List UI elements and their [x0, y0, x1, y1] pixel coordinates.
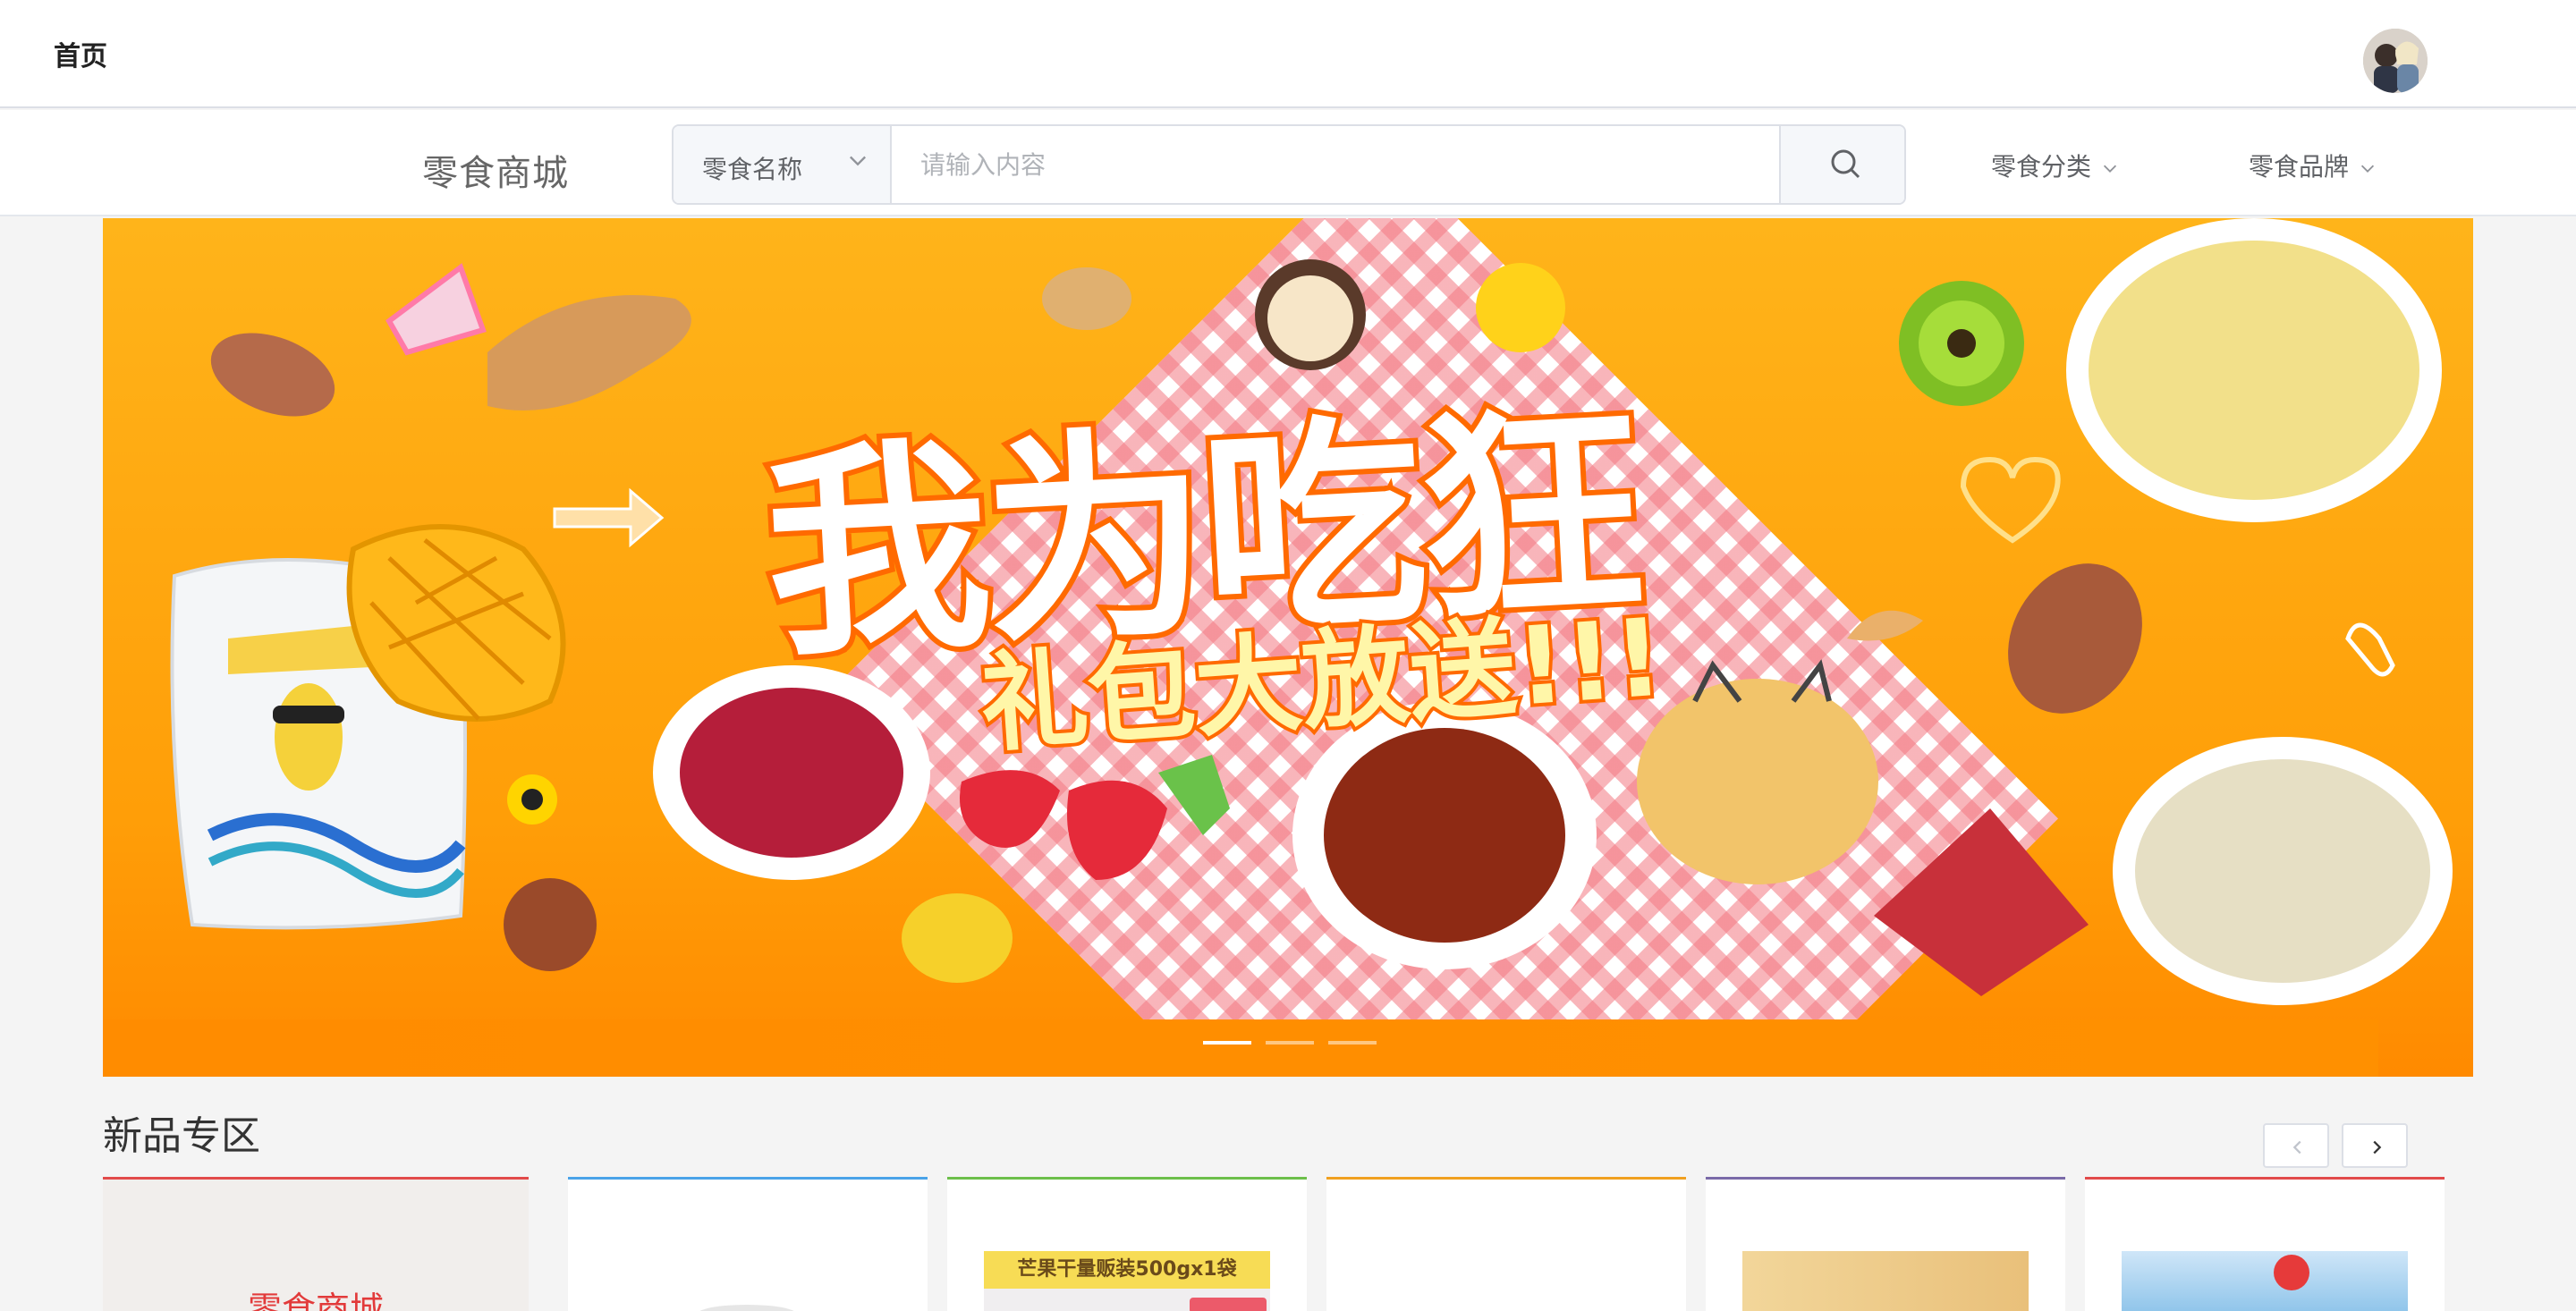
product-image: 芒果干量贩装500gx1袋 — [984, 1251, 1270, 1311]
product-card[interactable]: 芒果干量贩装500gx1袋 — [947, 1177, 1307, 1311]
new-products-row: 零食商城 芒果干量贩装500gx1袋 — [0, 1177, 2576, 1311]
next-button[interactable] — [2342, 1123, 2408, 1168]
home-link[interactable]: 首页 — [54, 34, 107, 73]
chevron-down-icon — [2360, 165, 2375, 173]
avatar-image — [2363, 29, 2428, 93]
chevron-right-icon — [2373, 1140, 2382, 1155]
banner-carousel[interactable]: 我为吃狂 礼包大放送!!! — [103, 218, 2473, 1077]
carousel-dot-3[interactable] — [1328, 1041, 1377, 1045]
carousel-dot-2[interactable] — [1266, 1041, 1314, 1045]
product-card[interactable] — [1326, 1177, 1686, 1311]
brand-logo-text[interactable]: 零食商城 — [422, 144, 569, 196]
chevron-down-icon — [2103, 165, 2117, 173]
product-card[interactable] — [2085, 1177, 2445, 1311]
section-title: 新品专区 — [103, 1113, 260, 1159]
user-avatar[interactable] — [2363, 29, 2428, 93]
category-dropdown[interactable]: 零食分类 — [1991, 148, 2120, 183]
product-card-title: 零食商城 — [247, 1290, 384, 1311]
search-icon — [1831, 149, 1860, 179]
product-image-caption: 芒果干量贩装500gx1袋 — [984, 1251, 1270, 1289]
chevron-left-icon — [2292, 1140, 2301, 1155]
search-bar: 零食商城 零食名称 零食分类 零食品牌 — [0, 110, 2576, 216]
search-input[interactable] — [894, 126, 1779, 203]
banner-bottom-strip — [103, 1019, 2473, 1077]
product-image — [2122, 1251, 2408, 1311]
search-type-select[interactable]: 零食名称 — [674, 126, 892, 203]
prev-button[interactable] — [2263, 1123, 2329, 1168]
top-navbar: 首页 — [0, 0, 2576, 108]
carousel-indicators — [1203, 1041, 1377, 1045]
category-dropdown-label: 零食分类 — [1991, 152, 2092, 182]
search-button[interactable] — [1779, 126, 1904, 203]
product-card[interactable] — [568, 1177, 928, 1311]
search-group: 零食名称 — [672, 124, 1906, 205]
product-card[interactable] — [1706, 1177, 2065, 1311]
carousel-dot-1[interactable] — [1203, 1041, 1251, 1045]
search-type-label: 零食名称 — [702, 155, 803, 184]
brand-dropdown-label: 零食品牌 — [2249, 152, 2350, 182]
product-image — [1742, 1251, 2029, 1311]
price-tag — [1190, 1298, 1267, 1311]
chevron-down-icon — [850, 156, 866, 166]
product-card[interactable]: 零食商城 — [103, 1177, 529, 1311]
brand-dropdown[interactable]: 零食品牌 — [2249, 148, 2377, 183]
product-image — [699, 1305, 794, 1311]
product-image-decoration — [2274, 1255, 2309, 1290]
